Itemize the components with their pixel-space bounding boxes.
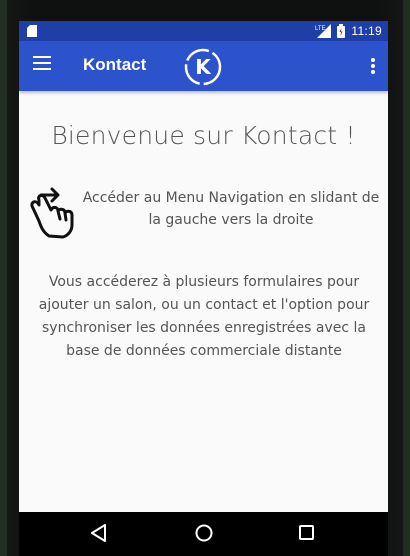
device-screen: LTE 11:19 Kontact K Bienvenue sur Kontac…: [19, 21, 388, 512]
app-title: Kontact: [83, 55, 147, 74]
hamburger-menu-icon[interactable]: [33, 56, 53, 76]
system-nav-bar: [19, 512, 388, 556]
signal-icon: LTE: [315, 24, 332, 38]
main-content: Bienvenue sur Kontact ! Accéder au Menu …: [19, 91, 388, 512]
frame-edge-left: [0, 0, 7, 556]
swipe-hint-text: Accéder au Menu Navigation en slidant de…: [82, 190, 380, 228]
more-vertical-icon[interactable]: [370, 58, 376, 76]
welcome-heading: Bienvenue sur Kontact !: [51, 121, 356, 150]
kontact-logo: K: [184, 48, 222, 86]
back-icon[interactable]: [91, 524, 107, 542]
description-text: Vous accéderez à plusieurs formulaires p…: [38, 274, 370, 359]
app-toolbar: Kontact K: [19, 41, 388, 91]
logo-letter: K: [195, 55, 212, 79]
frame-edge-right: [403, 0, 410, 556]
sd-card-icon: [27, 25, 37, 37]
swipe-hand-icon: [30, 187, 74, 239]
status-icons: LTE 11:19: [315, 21, 382, 41]
recents-icon[interactable]: [299, 525, 314, 540]
status-clock: 11:19: [351, 24, 382, 38]
status-bar: LTE 11:19: [19, 21, 388, 41]
network-type: LTE: [315, 26, 326, 32]
battery-icon: [337, 24, 346, 38]
home-icon[interactable]: [195, 524, 213, 542]
